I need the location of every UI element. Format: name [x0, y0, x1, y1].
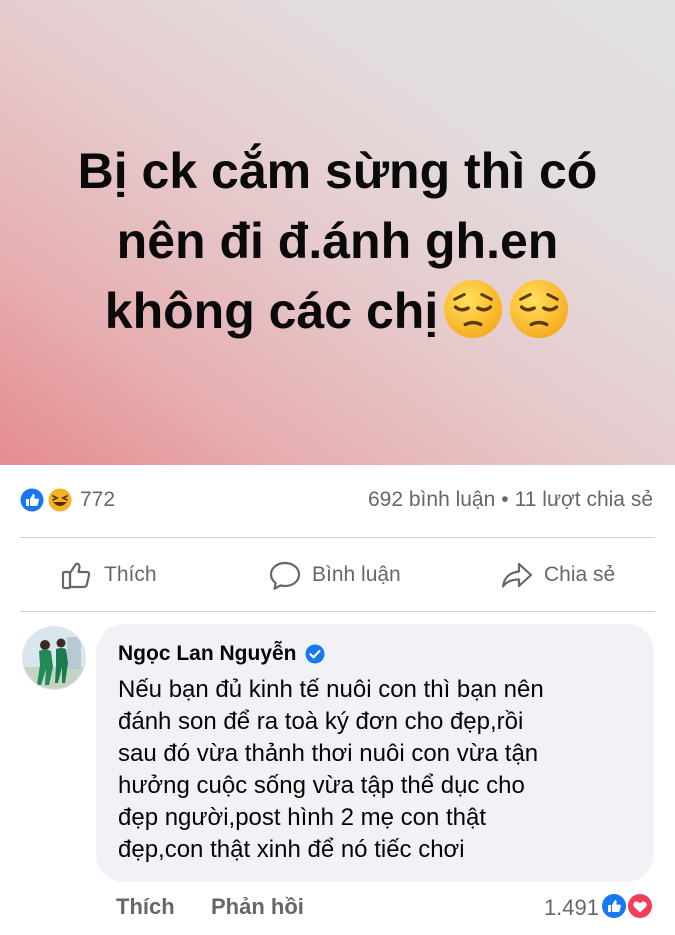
thumbs-up-icon — [61, 562, 91, 590]
comment-actions: Thích Phản hồi 1.491 — [0, 890, 675, 926]
comment-author: Ngọc Lan Nguyễn — [118, 638, 636, 670]
comment-bubble-icon — [269, 561, 301, 590]
post-banner: Bị ck cắm sừng thì có nên đi đ.ánh gh.en… — [0, 0, 675, 465]
share-count[interactable]: 11 lượt chia sẻ — [515, 488, 653, 511]
profile-photo — [23, 627, 85, 689]
comment-reaction-count[interactable]: 1.491 — [544, 895, 599, 921]
divider — [20, 611, 655, 612]
author-name[interactable]: Ngọc Lan Nguyễn — [118, 642, 297, 666]
share-arrow-icon — [501, 562, 533, 588]
pensive-face-icon — [444, 279, 503, 339]
banner-line-3: không các chị — [40, 276, 635, 346]
reaction-icons[interactable] — [18, 486, 78, 514]
stats-separator: • — [501, 488, 509, 511]
comment-count[interactable]: 692 bình luận — [368, 488, 495, 511]
post-stats: 692 bình luận • 11 lượt chia sẻ — [368, 488, 653, 512]
comment-line: hưởng cuộc sống vừa tập thể dục cho — [118, 772, 525, 799]
divider — [20, 537, 655, 538]
like-label: Thích — [104, 563, 157, 586]
comment-label: Bình luận — [312, 563, 401, 586]
share-button[interactable]: Chia sẻ — [500, 558, 615, 592]
love-reaction-icon — [626, 892, 654, 920]
comment-text: Nếu bạn đủ kinh tế nuôi con thì bạn nên … — [118, 674, 636, 866]
comment-reply-button[interactable]: Phản hồi — [211, 894, 304, 920]
verified-badge-icon — [305, 644, 325, 664]
pensive-face-icon — [510, 279, 569, 339]
banner-line-1: Bị ck cắm sừng thì có — [77, 143, 598, 199]
comment-like-button[interactable]: Thích — [116, 894, 175, 920]
like-reaction-icon — [19, 487, 45, 513]
comment-reaction-icons[interactable] — [599, 891, 655, 921]
banner-line-3-text: không các chị — [104, 283, 439, 339]
reaction-count[interactable]: 772 — [80, 488, 115, 512]
banner-text: Bị ck cắm sừng thì có nên đi đ.ánh gh.en… — [40, 136, 635, 346]
comment-button[interactable]: Bình luận — [268, 558, 401, 592]
haha-reaction-icon — [47, 487, 73, 513]
comment-bubble: Ngọc Lan Nguyễn Nếu bạn đủ kinh tế nuôi … — [96, 624, 654, 882]
share-label: Chia sẻ — [544, 563, 616, 586]
comment-line: đánh son để ra toà ký đơn cho đẹp,rồi — [118, 708, 524, 735]
post-action-bar: Thích Bình luận Chia sẻ — [0, 540, 675, 610]
comment-line: đẹp,con thật xinh để nó tiếc chơi — [118, 836, 465, 863]
comment-line: đẹp người,post hình 2 mẹ con thật — [118, 804, 487, 831]
banner-line-2: nên đi đ.ánh gh.en — [116, 213, 559, 269]
like-button[interactable]: Thích — [60, 558, 157, 592]
reactions-summary: 772 692 bình luận • 11 lượt chia sẻ — [0, 478, 675, 522]
comment-line: sau đó vừa thảnh thơi nuôi con vừa tận — [118, 740, 539, 767]
comment-line: Nếu bạn đủ kinh tế nuôi con thì bạn nên — [118, 676, 544, 703]
avatar[interactable] — [22, 626, 86, 690]
like-reaction-icon — [600, 892, 628, 920]
